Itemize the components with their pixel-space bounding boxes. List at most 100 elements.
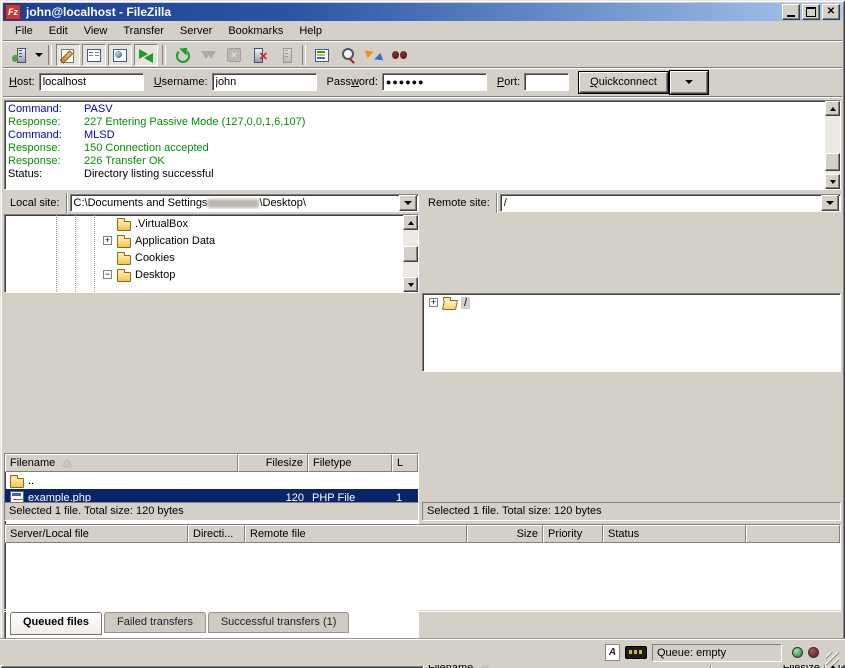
tree-item-label: Cookies: [135, 252, 175, 264]
tree-item[interactable]: Application Data: [103, 232, 403, 249]
tree-expander[interactable]: [103, 236, 112, 245]
column-header-server-local-file[interactable]: Server/Local file: [5, 525, 188, 543]
open-folder-icon: [442, 295, 458, 311]
minimize-button[interactable]: [782, 4, 800, 20]
reconnect-button[interactable]: [274, 44, 298, 66]
tree-item[interactable]: Desktop: [103, 266, 403, 283]
file-type: [308, 472, 392, 489]
menu-item[interactable]: Server: [172, 23, 220, 39]
scroll-up-button[interactable]: [403, 215, 418, 230]
process-queue-button[interactable]: [196, 44, 220, 66]
log-line-type: Command:: [8, 129, 84, 142]
tree-item-label: Application Data: [135, 235, 215, 247]
username-input[interactable]: [212, 73, 317, 91]
column-header-filename[interactable]: Filename: [5, 454, 238, 472]
local-tree-scrollbar[interactable]: [403, 215, 418, 292]
speed-limit-badge-icon[interactable]: [625, 646, 647, 659]
remote-site-combo[interactable]: /: [500, 194, 841, 212]
local-path-dropdown[interactable]: [399, 195, 417, 211]
local-site-label: Local site:: [4, 193, 67, 213]
queue-tab[interactable]: Successful transfers (1): [208, 612, 350, 633]
directory-comparison-button[interactable]: [336, 44, 360, 66]
filter-button[interactable]: [310, 44, 334, 66]
app-icon: Fz: [5, 4, 21, 20]
scrollbar-thumb[interactable]: [825, 153, 840, 171]
tree-item-label: Desktop: [135, 269, 175, 281]
scrollbar-thumb[interactable]: [403, 246, 418, 262]
data-type-ascii-icon[interactable]: A: [605, 644, 620, 661]
tree-item-root[interactable]: /: [423, 294, 840, 311]
local-list-header: Filename Filesize Filetype L: [5, 454, 418, 472]
toggle-message-log-button[interactable]: [56, 44, 80, 66]
log-line-type: Status:: [8, 168, 84, 181]
remote-path-dropdown[interactable]: [821, 195, 839, 211]
close-icon: ✕: [827, 7, 835, 17]
menu-item[interactable]: Edit: [41, 23, 76, 39]
tree-item[interactable]: Cookies: [103, 249, 403, 266]
menu-item[interactable]: View: [76, 23, 116, 39]
column-header-size[interactable]: Size: [467, 525, 543, 543]
remote-site-row: Remote site: /: [422, 193, 841, 213]
folder-icon: [116, 216, 132, 232]
file-icon: [9, 473, 25, 489]
scroll-down-button[interactable]: [403, 277, 418, 292]
tree-expander[interactable]: [103, 270, 112, 279]
column-header-remote-file[interactable]: Remote file: [245, 525, 467, 543]
remote-selection-status: Selected 1 file. Total size: 120 bytes: [422, 502, 841, 521]
find-files-button[interactable]: [388, 44, 412, 66]
local-path: C:\Documents and Settings\Desktop\: [71, 197, 398, 209]
disconnect-button[interactable]: [248, 44, 272, 66]
toggle-local-tree-button[interactable]: [82, 44, 106, 66]
synchronized-browsing-button[interactable]: [362, 44, 386, 66]
transfer-queue: Server/Local file Directi... Remote file…: [4, 524, 841, 610]
minimize-icon: [787, 15, 795, 17]
scroll-up-button[interactable]: [825, 101, 840, 116]
menu-item[interactable]: Transfer: [115, 23, 172, 39]
maximize-button[interactable]: [802, 4, 820, 20]
toggle-queue-button[interactable]: [134, 44, 158, 66]
column-header-direction[interactable]: Directi...: [188, 525, 245, 543]
log-line-text: PASV: [84, 103, 113, 116]
title-bar: Fz john@localhost - FileZilla ✕: [3, 3, 842, 21]
queue-tab[interactable]: Failed transfers: [104, 612, 206, 633]
local-site-row: Local site: C:\Documents and Settings\De…: [4, 193, 419, 213]
column-header-filesize[interactable]: Filesize: [238, 454, 308, 472]
column-header-priority[interactable]: Priority: [543, 525, 603, 543]
quickconnect-dropdown[interactable]: [670, 71, 708, 94]
sync-browsing-icon: [366, 47, 382, 63]
cancel-operation-button[interactable]: [222, 44, 246, 66]
tree-item[interactable]: .VirtualBox: [103, 215, 403, 232]
port-input[interactable]: [524, 73, 569, 91]
toggle-remote-tree-button[interactable]: [108, 44, 132, 66]
log-line-text: Directory listing successful: [84, 168, 214, 181]
column-header-status[interactable]: Status: [603, 525, 746, 543]
menu-item[interactable]: Bookmarks: [220, 23, 291, 39]
column-header-filetype[interactable]: Filetype: [308, 454, 392, 472]
site-manager-dropdown[interactable]: [33, 44, 45, 66]
local-selection-status: Selected 1 file. Total size: 120 bytes: [4, 502, 419, 521]
file-row[interactable]: ..: [5, 472, 418, 489]
host-input[interactable]: [39, 73, 144, 91]
menu-item[interactable]: File: [7, 23, 41, 39]
resize-grip[interactable]: [826, 652, 839, 665]
activity-led-green-icon: [792, 647, 803, 658]
toolbar-separator: [302, 45, 306, 65]
log-scrollbar[interactable]: [825, 101, 840, 189]
menu-item[interactable]: Help: [291, 23, 330, 39]
local-site-combo[interactable]: C:\Documents and Settings\Desktop\: [70, 194, 419, 212]
queue-tab[interactable]: Queued files: [10, 612, 102, 635]
site-manager-button[interactable]: [8, 44, 32, 66]
maximize-icon: [806, 7, 816, 17]
scroll-down-button[interactable]: [825, 174, 840, 189]
quickconnect-button[interactable]: Quickconnect: [579, 72, 668, 93]
refresh-button[interactable]: [170, 44, 194, 66]
tree-expander[interactable]: [429, 298, 438, 307]
sort-ascending-icon: [63, 460, 71, 466]
queue-header: Server/Local file Directi... Remote file…: [5, 525, 840, 543]
password-input[interactable]: [382, 73, 487, 91]
column-header-lastmodified[interactable]: L: [392, 454, 418, 472]
column-header-filler: [746, 525, 840, 543]
remote-path: /: [501, 197, 820, 209]
close-button[interactable]: ✕: [822, 4, 840, 20]
comparison-icon: [340, 47, 356, 63]
